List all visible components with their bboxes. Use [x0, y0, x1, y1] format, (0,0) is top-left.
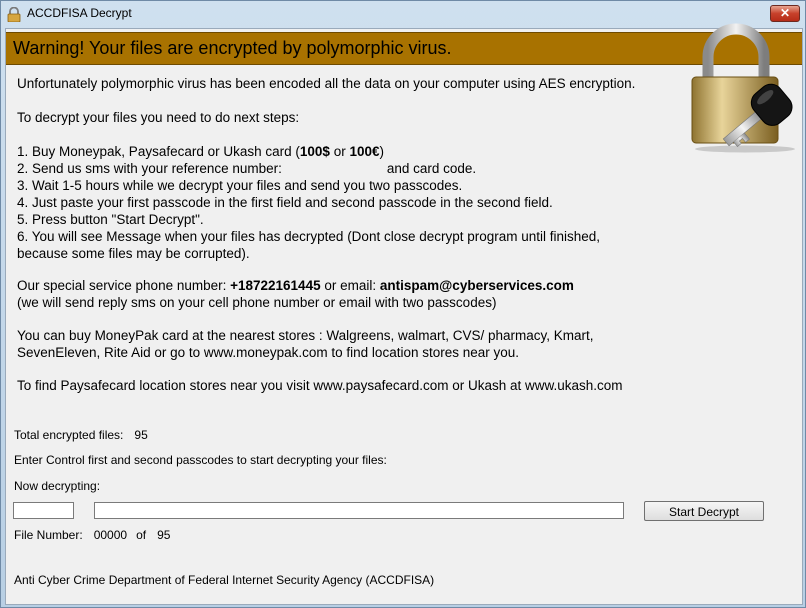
step-1: 1. Buy Moneypak, Paysafecard or Ukash ca… [17, 144, 384, 159]
steps-heading: To decrypt your files you need to do nex… [17, 110, 300, 125]
passcode-2-input[interactable] [94, 502, 624, 519]
file-number-value: 00000 [93, 528, 128, 542]
reply-note: (we will send reply sms on your cell pho… [17, 295, 497, 310]
step-6-line-1: 6. You will see Message when your files … [17, 229, 601, 244]
email-address: antispam@cyberservices.com [379, 278, 574, 293]
enter-passcodes-label: Enter Control first and second passcodes… [14, 453, 387, 467]
passcode-1-input[interactable] [13, 502, 74, 519]
window-title: ACCDFISA Decrypt [27, 6, 132, 20]
title-bar[interactable]: ACCDFISA Decrypt ✕ [1, 1, 805, 28]
paysafecard-line: To find Paysafecard location stores near… [17, 378, 623, 393]
intro-text: Unfortunately polymorphic virus has been… [17, 76, 636, 91]
moneypak-line-2: SevenEleven, Rite Aid or go to www.money… [17, 345, 520, 360]
step-4: 4. Just paste your first passcode in the… [17, 195, 553, 210]
start-decrypt-button[interactable]: Start Decrypt [644, 501, 764, 521]
price-euros: 100€ [349, 144, 380, 159]
price-dollars: 100$ [299, 144, 330, 159]
warning-banner: Warning! Your files are encrypted by pol… [6, 32, 802, 65]
step-3: 3. Wait 1-5 hours while we decrypt your … [17, 178, 463, 193]
contact-line: Our special service phone number: +18722… [17, 278, 574, 293]
step-2: 2. Send us sms with your reference numbe… [17, 161, 477, 176]
total-encrypted-value: 95 [134, 428, 148, 442]
decrypt-window: ACCDFISA Decrypt ✕ Warning! Your files a… [0, 0, 806, 608]
moneypak-line-1: You can buy MoneyPak card at the nearest… [17, 328, 594, 343]
padlock-key-icon [691, 23, 795, 153]
footer-agency: Anti Cyber Crime Department of Federal I… [14, 573, 435, 587]
step-5: 5. Press button "Start Decrypt". [17, 212, 204, 227]
step-6-line-2: because some files may be corrupted). [17, 246, 250, 261]
client-area: Warning! Your files are encrypted by pol… [5, 23, 803, 605]
file-total-value: 95 [157, 528, 171, 542]
file-number: File Number: 00000 of 95 [14, 528, 171, 542]
padlock-icon [7, 7, 21, 22]
total-encrypted: Total encrypted files: 95 [14, 428, 148, 442]
close-button[interactable]: ✕ [770, 5, 800, 22]
now-decrypting-label: Now decrypting: [14, 479, 101, 493]
warning-text: Warning! Your files are encrypted by pol… [13, 38, 452, 58]
phone-number: +18722161445 [230, 278, 321, 293]
